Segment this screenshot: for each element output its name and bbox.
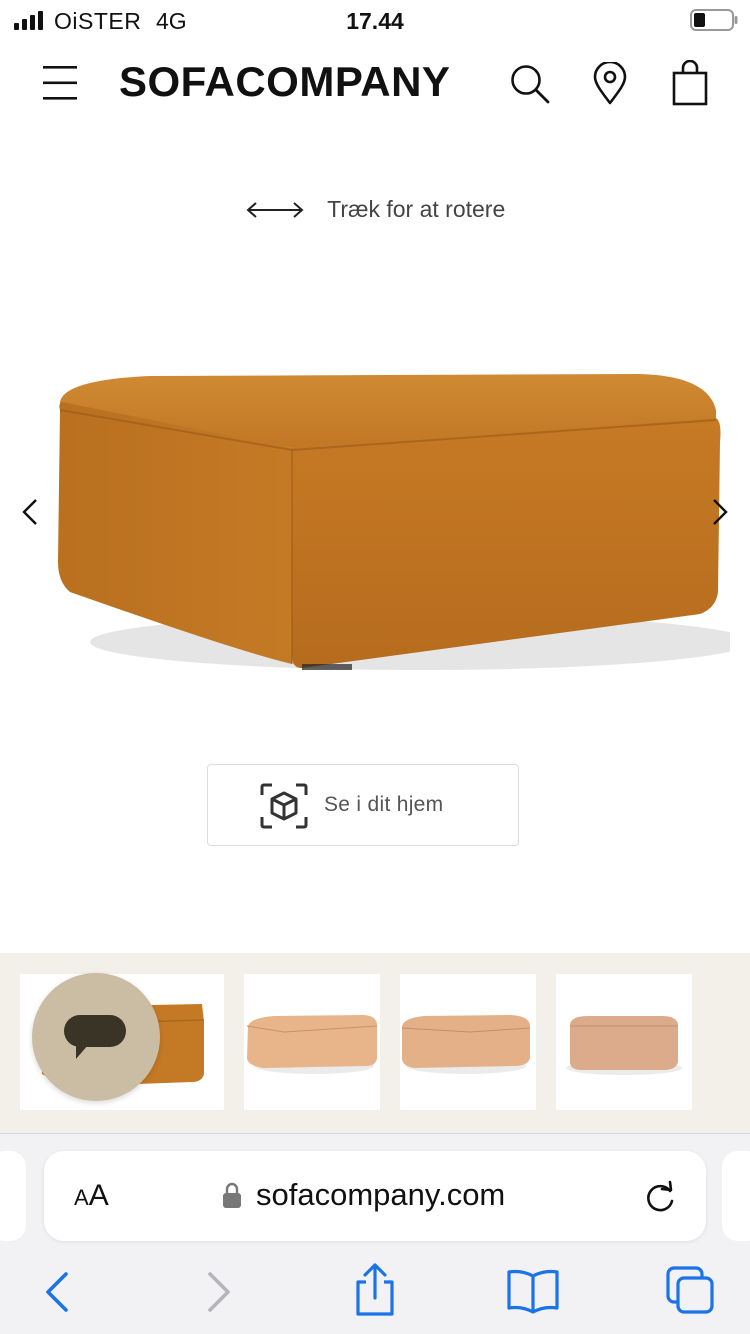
shopping-bag-icon[interactable]: [670, 60, 710, 106]
next-tab-peek[interactable]: [722, 1151, 750, 1241]
reader-settings-button[interactable]: AA: [74, 1179, 109, 1213]
clock: 17.44: [346, 8, 404, 34]
rotate-hint-text: Træk for at rotere: [327, 196, 506, 222]
chevron-right-icon[interactable]: [706, 492, 734, 532]
location-pin-icon[interactable]: [592, 62, 628, 106]
chat-button[interactable]: [32, 973, 160, 1101]
battery-icon: [690, 9, 738, 31]
rotate-hint: Træk for at rotere: [0, 196, 750, 232]
site-logo[interactable]: SOFACOMPANY: [119, 58, 450, 106]
reload-icon[interactable]: [642, 1179, 678, 1215]
share-icon[interactable]: [352, 1262, 398, 1318]
view-in-your-home-label: Se i dit hjem: [324, 793, 444, 816]
tabs-icon[interactable]: [664, 1264, 716, 1316]
hamburger-menu-icon[interactable]: [40, 64, 80, 102]
thumbnail-2[interactable]: [244, 974, 380, 1110]
double-arrow-icon: [246, 201, 304, 218]
previous-tab-peek[interactable]: [0, 1151, 26, 1241]
product-image-ottoman[interactable]: [40, 352, 730, 692]
screen: OiSTER 4G 17.44 SOFACOMPANY Træk for at …: [0, 0, 750, 1334]
browser-toolbar: AA sofacompany.com: [0, 1133, 750, 1334]
back-arrow-icon[interactable]: [40, 1270, 74, 1314]
address-bar[interactable]: AA sofacompany.com: [44, 1151, 706, 1241]
view-in-your-home-button[interactable]: Se i dit hjem: [207, 764, 519, 846]
forward-arrow-icon[interactable]: [202, 1270, 236, 1314]
site-header: SOFACOMPANY: [0, 42, 750, 126]
chevron-left-icon[interactable]: [16, 492, 44, 532]
status-bar: OiSTER 4G 17.44: [0, 0, 750, 42]
ar-cube-icon: [260, 783, 308, 829]
search-icon[interactable]: [508, 62, 552, 106]
bookmarks-icon[interactable]: [506, 1268, 560, 1314]
url-text[interactable]: sofacompany.com: [256, 1177, 505, 1213]
chat-bubble-icon: [64, 1015, 126, 1059]
thumbnail-3[interactable]: [400, 974, 536, 1110]
lock-icon: [223, 1182, 241, 1208]
thumbnail-4[interactable]: [556, 974, 692, 1110]
